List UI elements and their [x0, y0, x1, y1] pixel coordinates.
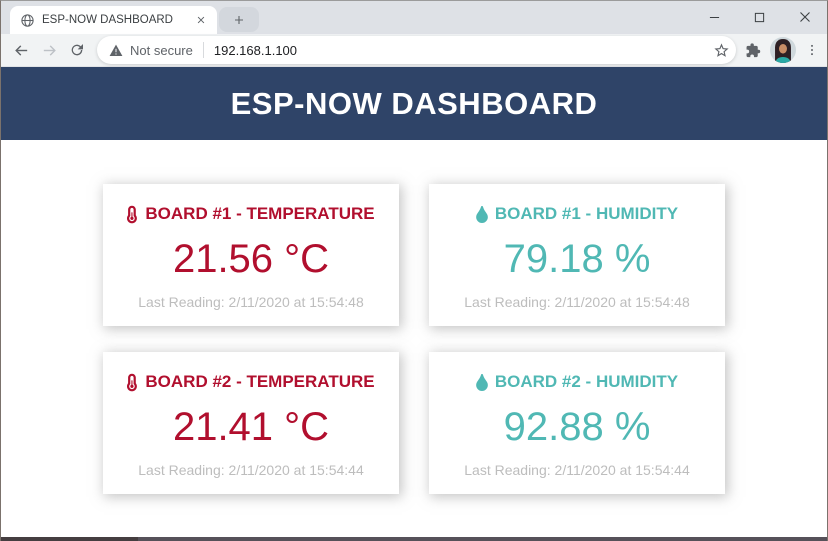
profile-avatar[interactable] [770, 37, 796, 63]
thermometer-icon [127, 373, 138, 392]
card-board2-humidity: BOARD #2 - HUMIDITY 92.88 % Last Reading… [429, 352, 725, 494]
toolbar-right-icons [744, 37, 819, 63]
browser-toolbar: Not secure 192.168.1.100 [1, 34, 827, 67]
page-header: ESP-NOW DASHBOARD [1, 67, 827, 140]
refresh-button[interactable] [63, 36, 91, 64]
window-maximize-button[interactable] [737, 1, 782, 33]
globe-icon [20, 13, 35, 28]
humidity-reading: 79.18 % [504, 239, 651, 279]
taskbar-sliver [1, 537, 138, 541]
back-button[interactable] [7, 36, 35, 64]
humidity-reading: 92.88 % [504, 407, 651, 447]
browser-menu-icon[interactable] [805, 42, 819, 58]
last-reading-text: Last Reading: 2/11/2020 at 15:54:48 [138, 294, 363, 310]
temperature-reading: 21.56 °C [173, 239, 329, 279]
omnibox-divider [203, 42, 204, 58]
card-board1-temperature: BOARD #1 - TEMPERATURE 21.56 °C Last Rea… [103, 184, 399, 326]
card-title-text: BOARD #1 - HUMIDITY [495, 204, 678, 224]
temperature-reading: 21.41 °C [173, 407, 329, 447]
page-title: ESP-NOW DASHBOARD [231, 86, 598, 122]
tab-strip: ESP-NOW DASHBOARD [1, 1, 827, 34]
window-close-button[interactable] [782, 1, 827, 33]
card-title: BOARD #1 - TEMPERATURE [127, 204, 374, 224]
new-tab-button[interactable] [219, 7, 259, 32]
card-board1-humidity: BOARD #1 - HUMIDITY 79.18 % Last Reading… [429, 184, 725, 326]
card-title: BOARD #2 - TEMPERATURE [127, 372, 374, 392]
last-reading-text: Last Reading: 2/11/2020 at 15:54:48 [464, 294, 689, 310]
warning-triangle-icon [109, 44, 123, 57]
url-text[interactable]: 192.168.1.100 [214, 43, 708, 58]
extensions-puzzle-icon[interactable] [744, 42, 761, 59]
card-title-text: BOARD #2 - TEMPERATURE [145, 372, 374, 392]
tab-title: ESP-NOW DASHBOARD [42, 14, 186, 26]
not-secure-label: Not secure [130, 43, 193, 58]
droplet-icon [476, 374, 488, 391]
card-title-text: BOARD #2 - HUMIDITY [495, 372, 678, 392]
window-minimize-button[interactable] [692, 1, 737, 33]
card-title-text: BOARD #1 - TEMPERATURE [145, 204, 374, 224]
card-board2-temperature: BOARD #2 - TEMPERATURE 21.41 °C Last Rea… [103, 352, 399, 494]
browser-tab[interactable]: ESP-NOW DASHBOARD [10, 6, 217, 34]
page-content: BOARD #1 - TEMPERATURE 21.56 °C Last Rea… [1, 140, 827, 494]
window-controls [692, 1, 827, 33]
tab-close-icon[interactable] [193, 12, 209, 28]
card-title: BOARD #1 - HUMIDITY [476, 204, 678, 224]
thermometer-icon [127, 205, 138, 224]
window-bottom-frame [1, 537, 827, 541]
browser-window: ESP-NOW DASHBOARD [0, 0, 828, 541]
cards-grid: BOARD #1 - TEMPERATURE 21.56 °C Last Rea… [103, 184, 725, 494]
last-reading-text: Last Reading: 2/11/2020 at 15:54:44 [138, 462, 363, 478]
droplet-icon [476, 206, 488, 223]
last-reading-text: Last Reading: 2/11/2020 at 15:54:44 [464, 462, 689, 478]
forward-button[interactable] [35, 36, 63, 64]
bookmark-star-icon[interactable] [708, 37, 734, 63]
address-bar[interactable]: Not secure 192.168.1.100 [97, 36, 736, 64]
card-title: BOARD #2 - HUMIDITY [476, 372, 678, 392]
